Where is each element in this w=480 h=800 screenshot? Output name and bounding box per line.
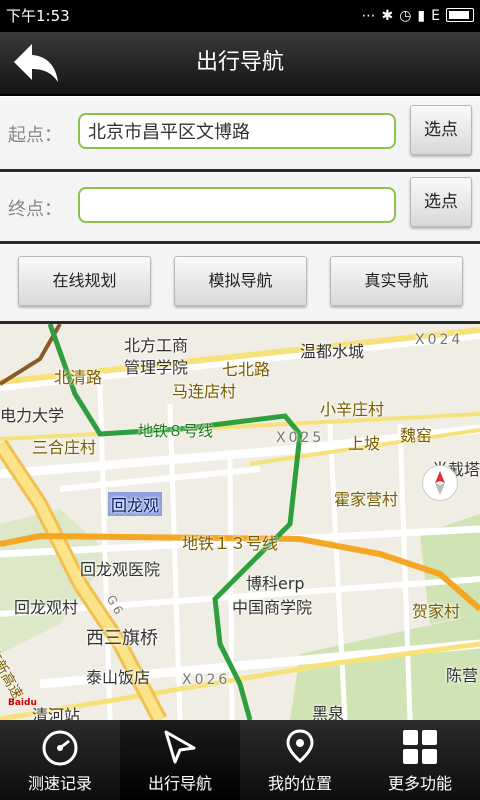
end-row: 终点： 选点 — [0, 172, 480, 245]
compass-icon[interactable] — [422, 465, 458, 501]
baidu-logo: Baidu — [8, 698, 37, 708]
tab-label: 我的位置 — [267, 774, 332, 793]
status-bar: 下午1:53 ⋯✱◷▮E — [0, 0, 480, 32]
alarm-icon: ◷ — [399, 8, 418, 24]
map-label-beifang2: 管理学院 — [124, 358, 189, 377]
tab-speed-record[interactable]: 测速记录 — [0, 720, 120, 800]
map-label-chenying: 陈营 — [446, 666, 479, 685]
status-icons: ⋯✱◷▮E — [361, 0, 474, 32]
map-label-xiaoxin: 小辛庄村 — [320, 400, 385, 419]
map-label-subway8: 地铁８号线 — [138, 422, 214, 440]
tab-label: 更多功能 — [387, 774, 452, 793]
speedometer-icon — [42, 730, 78, 766]
map-view[interactable]: 北方工商 管理学院 温都水城 X024 北清路 七北路 马连店村 电力大学 小辛… — [0, 324, 480, 720]
map-label-beiqinglu: 北清路 — [54, 368, 103, 387]
grid-icon — [403, 730, 437, 764]
tab-navigation[interactable]: 出行导航 — [120, 720, 240, 800]
map-label-wendu: 温都水城 — [300, 342, 365, 361]
map-label-hejia: 贺家村 — [412, 602, 461, 621]
map-label-sanhe: 三合庄村 — [32, 438, 97, 457]
page-title: 出行导航 — [195, 50, 284, 75]
map-label-huolong: 回龙观 — [108, 492, 163, 516]
end-pick-button[interactable]: 选点 — [410, 177, 472, 227]
real-nav-button[interactable]: 真实导航 — [330, 256, 463, 306]
bluetooth-icon: ✱ — [381, 8, 400, 24]
start-row: 起点： 选点 — [0, 96, 480, 173]
map-label-dianli: 电力大学 — [0, 406, 65, 425]
map-label-shangpo: 上坡 — [348, 434, 381, 453]
map-label-taishan: 泰山饭店 — [86, 668, 151, 687]
map-label-subway13: 地铁１３号线 — [182, 534, 279, 553]
map-label-hlgcun: 回龙观村 — [14, 598, 79, 617]
map-label-zhongguo: 中国商学院 — [232, 598, 313, 617]
battery-icon — [446, 8, 474, 22]
map-label-hospital: 回龙观医院 — [80, 560, 161, 579]
action-row: 在线规划 模拟导航 真实导航 — [0, 244, 480, 325]
map-label-beifang: 北方工商 — [124, 336, 189, 355]
notification-icon: ⋯ — [361, 8, 382, 24]
network-type: E — [431, 8, 446, 24]
end-label: 终点： — [8, 199, 62, 220]
status-time: 下午1:53 — [6, 7, 70, 25]
tab-my-location[interactable]: 我的位置 — [240, 720, 360, 800]
map-label-xisan: 西三旗桥 — [86, 628, 158, 649]
navigation-arrow-icon — [164, 730, 196, 764]
simulate-nav-button[interactable]: 模拟导航 — [174, 256, 307, 306]
map-label-maliandian: 马连店村 — [172, 382, 237, 401]
map-label-x025: X025 — [276, 430, 325, 446]
tab-label: 测速记录 — [27, 774, 92, 793]
map-label-heiquan: 黑泉 — [312, 704, 345, 720]
map-label-x024: X024 — [415, 332, 464, 348]
start-label: 起点： — [8, 125, 62, 146]
map-label-weiyao: 魏窑 — [400, 426, 433, 445]
end-input[interactable] — [78, 187, 396, 223]
tab-label: 出行导航 — [147, 774, 212, 793]
start-pick-button[interactable]: 选点 — [410, 105, 472, 155]
signal-icon: ▮ — [417, 8, 432, 24]
location-pin-icon — [286, 729, 314, 763]
bottom-nav: 测速记录 出行导航 我的位置 更多功能 — [0, 720, 480, 800]
app-header: 出行导航 — [0, 32, 480, 96]
online-plan-button[interactable]: 在线规划 — [18, 256, 151, 306]
map-label-huojia: 霍家营村 — [334, 490, 399, 509]
map-label-qinghe: 清河站 — [32, 706, 81, 720]
start-input[interactable] — [78, 113, 396, 149]
map-label-x026: X026 — [182, 672, 231, 688]
map-label-qibeilu: 七北路 — [222, 360, 271, 379]
tab-more-features[interactable]: 更多功能 — [360, 720, 480, 800]
map-label-boke: 博科erp — [246, 574, 305, 593]
